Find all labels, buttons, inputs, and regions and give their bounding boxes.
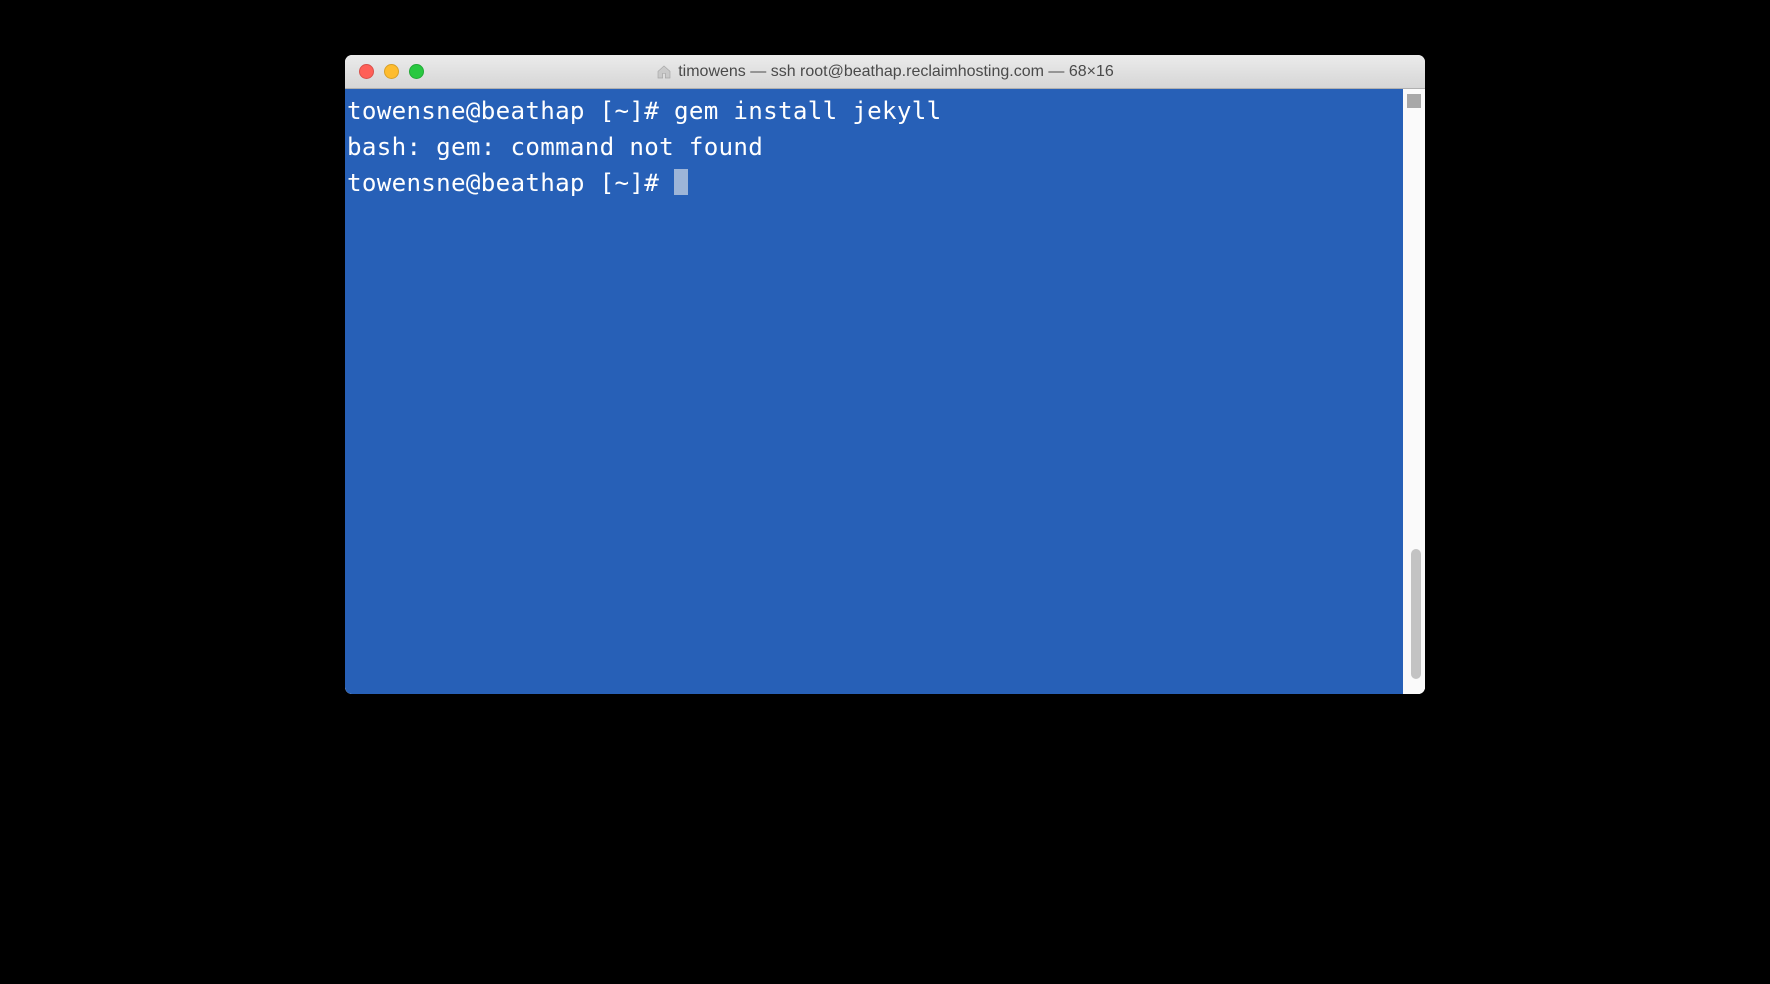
zoom-button[interactable] [409,64,424,79]
home-icon [656,64,672,80]
terminal-command: gem install jekyll [674,97,942,125]
terminal-prompt: towensne@beathap [~]# [347,169,674,197]
traffic-lights [345,64,424,79]
close-button[interactable] [359,64,374,79]
terminal-output: bash: gem: command not found [347,133,763,161]
scrollbar-track[interactable] [1403,89,1425,694]
window-title-bar[interactable]: timowens — ssh root@beathap.reclaimhosti… [345,55,1425,89]
terminal-body[interactable]: towensne@beathap [~]# gem install jekyll… [345,89,1403,694]
scroll-indicator-icon [1407,94,1421,108]
terminal-wrap: towensne@beathap [~]# gem install jekyll… [345,89,1425,694]
minimize-button[interactable] [384,64,399,79]
terminal-cursor [674,169,688,195]
terminal-window: timowens — ssh root@beathap.reclaimhosti… [345,55,1425,694]
title-content: timowens — ssh root@beathap.reclaimhosti… [345,63,1425,81]
window-title: timowens — ssh root@beathap.reclaimhosti… [678,63,1114,81]
terminal-prompt: towensne@beathap [~]# [347,97,674,125]
scrollbar-thumb[interactable] [1411,549,1421,679]
